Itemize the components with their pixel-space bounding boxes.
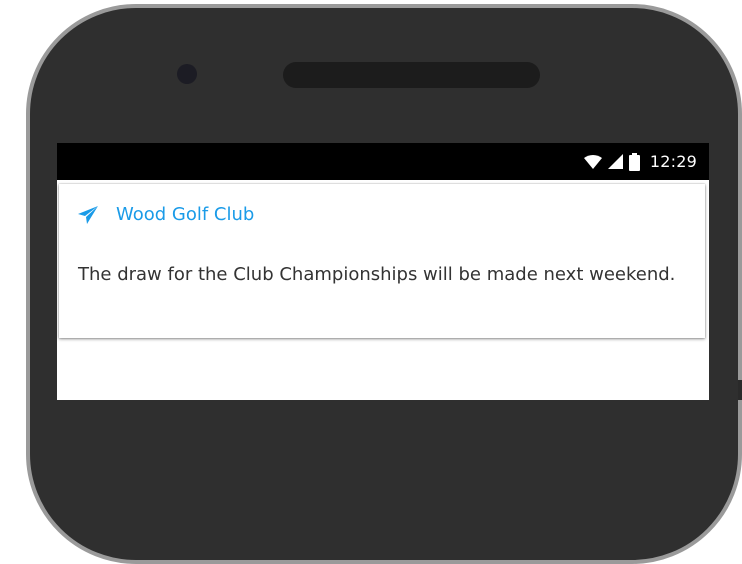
status-time: 12:29 [649,152,697,171]
app-name: Wood Golf Club [116,204,255,225]
notification-message: The draw for the Club Championships will… [78,264,676,285]
status-icons: 12:29 [583,143,697,180]
battery-icon [628,152,640,171]
status-bar: 12:29 [57,143,709,180]
front-camera [177,64,197,84]
send-icon [78,205,98,224]
notification-card[interactable]: Wood Golf Club The draw for the Club Cha… [59,184,705,338]
phone-screen: 12:29 Wood Golf Club The draw for the Cl… [57,143,709,400]
earpiece-speaker [283,62,540,88]
side-button [738,380,742,400]
signal-icon [607,154,623,169]
notification-header: Wood Golf Club [78,204,254,225]
wifi-icon [583,154,602,169]
